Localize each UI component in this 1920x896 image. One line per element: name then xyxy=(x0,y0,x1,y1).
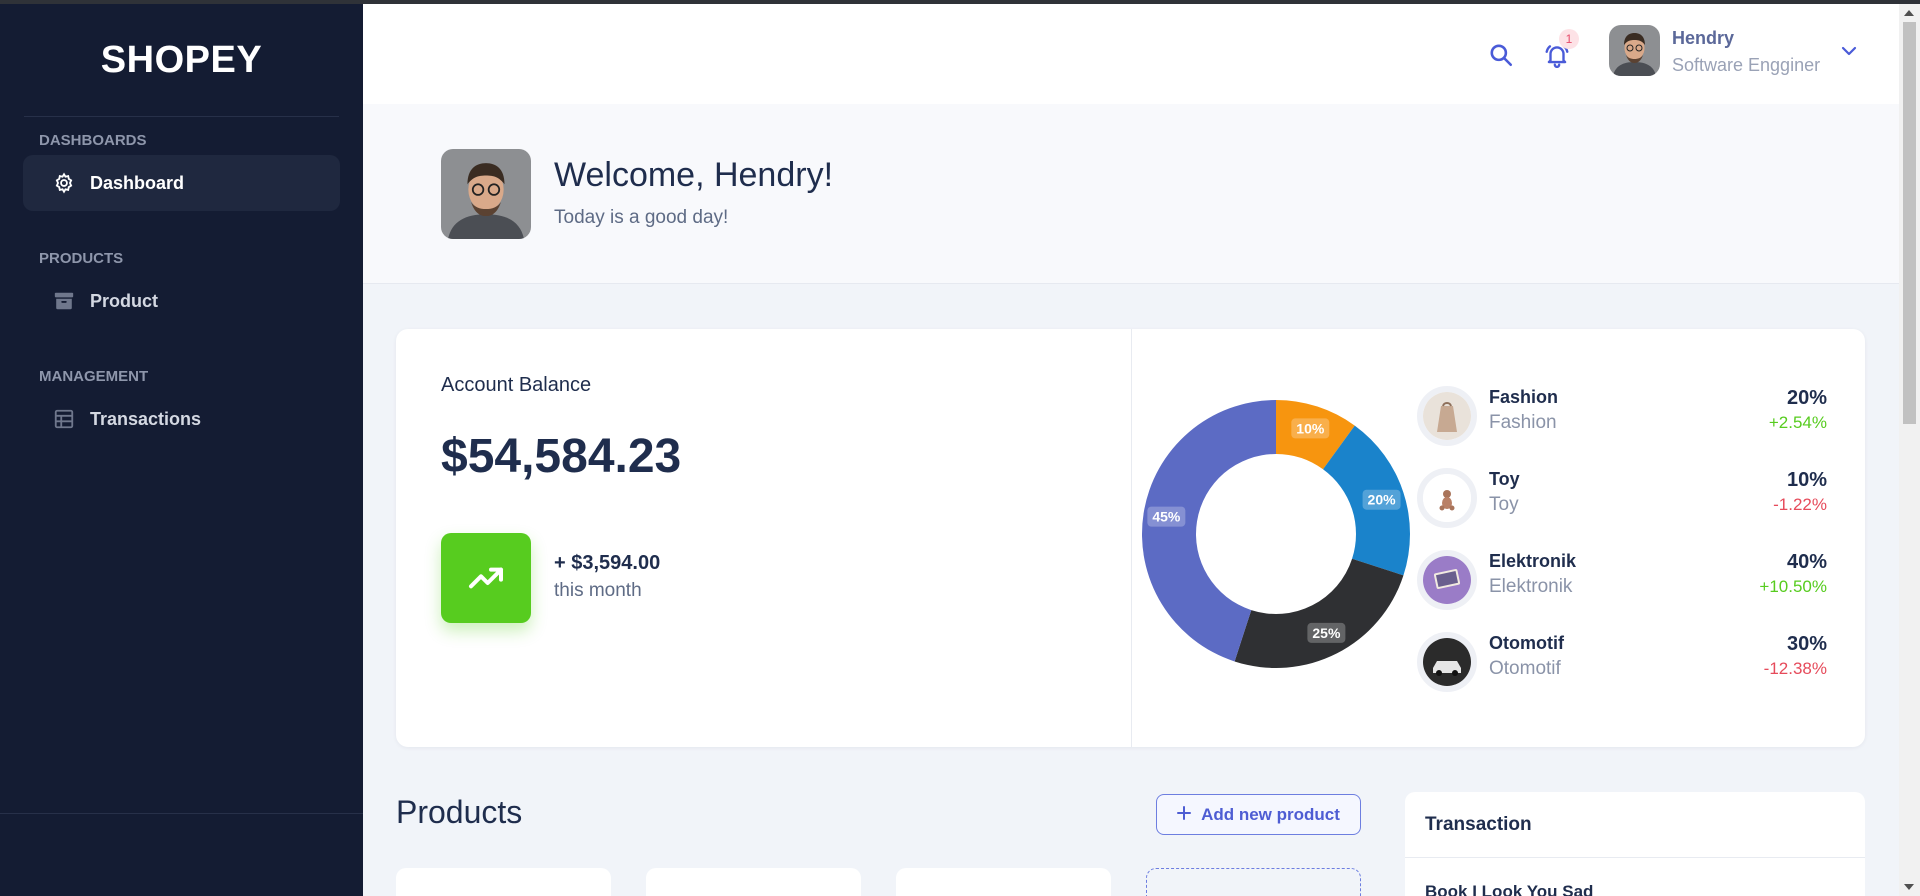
category-change: +2.54% xyxy=(1768,413,1827,432)
transaction-heading: Transaction xyxy=(1425,814,1532,835)
category-name: Otomotif xyxy=(1489,633,1564,653)
search-icon[interactable] xyxy=(1488,42,1514,68)
divider xyxy=(1405,857,1865,858)
sidebar-item-label: Transactions xyxy=(90,408,202,429)
category-thumbnail xyxy=(1417,550,1477,610)
category-name: Fashion xyxy=(1489,387,1559,407)
category-thumbnail xyxy=(1417,632,1477,692)
card-divider xyxy=(1131,329,1132,747)
balance-label: Account Balance xyxy=(441,374,592,396)
category-subtitle: Otomotif xyxy=(1489,658,1561,679)
add-product-label: Add new product xyxy=(1201,804,1340,824)
avatar[interactable] xyxy=(1609,25,1660,76)
plus-icon xyxy=(1177,805,1192,825)
window-top-strip xyxy=(0,0,1920,4)
category-thumbnail xyxy=(1417,468,1477,528)
balance-value: $54,584.23 xyxy=(441,430,682,483)
category-row-fashion[interactable]: Fashion Fashion 20% +2.54% xyxy=(1417,381,1827,451)
svg-text:10%: 10% xyxy=(1296,420,1325,436)
sidebar-section-management: MANAGEMENT Transactions xyxy=(0,365,363,447)
category-name: Toy xyxy=(1489,469,1520,489)
gear-icon xyxy=(53,172,75,194)
transaction-card: Transaction Book I Look You Sad xyxy=(1405,792,1865,896)
user-name[interactable]: Hendry xyxy=(1672,28,1734,49)
category-subtitle: Fashion xyxy=(1489,412,1557,433)
add-product-card[interactable] xyxy=(1146,868,1361,896)
sidebar-footer-divider xyxy=(0,813,363,814)
category-thumbnail xyxy=(1417,386,1477,446)
category-percent: 40% xyxy=(1786,551,1827,573)
sidebar-section-products: PRODUCTS Product xyxy=(0,247,363,329)
page-scrollbar[interactable] xyxy=(1899,4,1920,896)
products-heading: Products xyxy=(396,794,523,830)
donut-label: 10% xyxy=(1291,418,1330,439)
sidebar-item-transactions[interactable]: Transactions xyxy=(23,391,340,447)
top-header xyxy=(363,4,1899,104)
sidebar-section-dashboards: DASHBOARDS Dashboard xyxy=(0,129,363,211)
category-change: -12.38% xyxy=(1763,659,1827,678)
account-summary-card: Account Balance $54,584.23 + $3,594.00 t… xyxy=(396,329,1865,747)
balance-change-caption: this month xyxy=(554,580,642,601)
category-change: -1.22% xyxy=(1773,495,1827,514)
table-icon xyxy=(53,408,75,430)
svg-text:25%: 25% xyxy=(1312,625,1341,641)
scroll-up-arrow-icon[interactable] xyxy=(1904,10,1914,16)
category-name: Elektronik xyxy=(1489,551,1577,571)
sidebar-heading: PRODUCTS xyxy=(39,249,124,267)
transaction-item[interactable]: Book I Look You Sad xyxy=(1425,882,1593,896)
avatar xyxy=(441,149,531,239)
scroll-down-arrow-icon[interactable] xyxy=(1904,884,1914,890)
sidebar-item-product[interactable]: Product xyxy=(23,273,340,329)
donut-label: 20% xyxy=(1362,489,1401,510)
product-card[interactable] xyxy=(896,868,1111,896)
sidebar-item-dashboard[interactable]: Dashboard xyxy=(23,155,340,211)
donut-slice-toy[interactable] xyxy=(1234,558,1404,668)
category-percent: 20% xyxy=(1786,387,1827,409)
scroll-thumb[interactable] xyxy=(1903,22,1916,424)
product-card[interactable] xyxy=(646,868,861,896)
archive-icon xyxy=(53,290,75,312)
category-row-toy[interactable]: Toy Toy 10% -1.22% xyxy=(1417,463,1827,533)
svg-text:45%: 45% xyxy=(1152,509,1181,525)
sidebar-item-label: Dashboard xyxy=(90,172,185,193)
trending-up-icon xyxy=(441,533,531,623)
svg-text:20%: 20% xyxy=(1368,492,1397,508)
category-row-otomotif[interactable]: Otomotif Otomotif 30% -12.38% xyxy=(1417,627,1827,697)
sidebar: SHOPEY DASHBOARDS Dashboard PRODUCTS Pro… xyxy=(0,4,363,896)
chevron-down-icon[interactable] xyxy=(1840,44,1858,58)
category-subtitle: Elektronik xyxy=(1489,576,1573,597)
user-role: Software Engginer xyxy=(1672,55,1821,75)
balance-change: + $3,594.00 xyxy=(554,552,661,574)
page-title: Welcome, Hendry! xyxy=(554,156,834,194)
brand-logo[interactable]: SHOPEY xyxy=(24,4,339,117)
category-change: +10.50% xyxy=(1759,577,1827,596)
category-percent: 30% xyxy=(1786,633,1827,655)
add-product-button[interactable]: Add new product xyxy=(1156,794,1361,835)
category-row-elektronik[interactable]: Elektronik Elektronik 40% +10.50% xyxy=(1417,545,1827,615)
product-card[interactable] xyxy=(396,868,611,896)
donut-label: 25% xyxy=(1307,622,1346,643)
category-subtitle: Toy xyxy=(1489,494,1519,515)
welcome-banner: Welcome, Hendry! Today is a good day! xyxy=(363,104,1899,284)
category-percent: 10% xyxy=(1786,469,1827,491)
welcome-subtitle: Today is a good day! xyxy=(554,207,729,228)
sidebar-heading: MANAGEMENT xyxy=(39,367,149,385)
sidebar-heading: DASHBOARDS xyxy=(39,131,147,149)
notification-badge: 1 xyxy=(1559,29,1579,49)
category-donut-chart: 10% 20% 25% 45% xyxy=(1142,400,1410,668)
sidebar-item-label: Product xyxy=(90,290,159,311)
donut-label: 45% xyxy=(1147,506,1186,527)
